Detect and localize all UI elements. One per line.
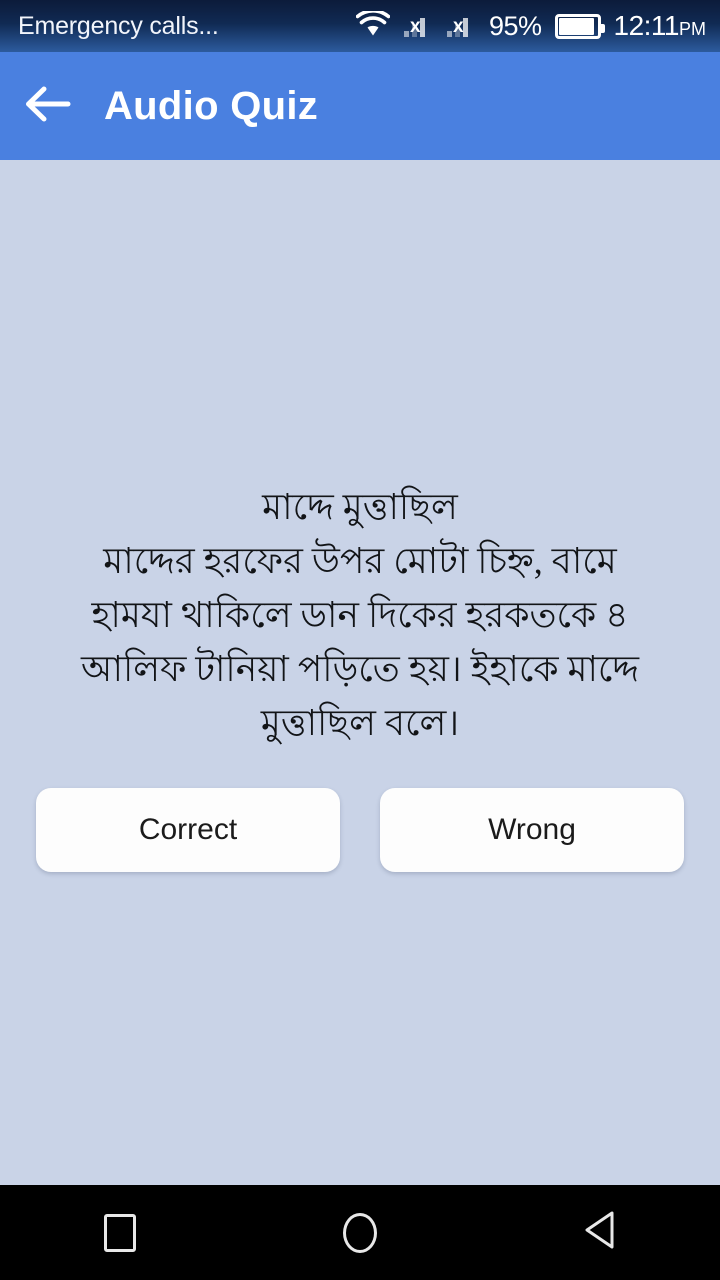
- nav-back-button[interactable]: [520, 1185, 680, 1280]
- battery-percent-label: 95%: [488, 10, 542, 41]
- status-bar: Emergency calls... x x 95% 12:11PM: [0, 0, 720, 52]
- clock-label: 12:11PM: [614, 10, 707, 42]
- page-title: Audio Quiz: [104, 83, 319, 128]
- no-service-x-label-2: x: [452, 16, 464, 37]
- app-bar: Audio Quiz: [0, 52, 720, 160]
- back-navigation-button[interactable]: [0, 52, 96, 160]
- clock-period: PM: [679, 19, 706, 39]
- cellular-no-service-icon-1: x: [403, 11, 433, 41]
- circle-home-icon: [343, 1212, 377, 1253]
- nav-recents-button[interactable]: [40, 1185, 200, 1280]
- arrow-left-icon: [22, 83, 74, 130]
- battery-fill: [558, 17, 594, 35]
- wifi-icon: [355, 8, 391, 42]
- answer-buttons-row: Correct Wrong: [36, 788, 684, 872]
- cellular-no-service-icon-2: x: [446, 11, 476, 41]
- question-text: মাদ্দে মুত্তাছিল মাদ্দের হরফের উপর মোটা …: [80, 487, 640, 743]
- clock-time: 12:11: [613, 10, 680, 41]
- triangle-back-icon: [581, 1209, 619, 1256]
- nav-home-button[interactable]: [280, 1185, 440, 1280]
- no-service-x-label-1: x: [409, 16, 421, 37]
- status-icons-group: x x 95% 12:11PM: [355, 8, 707, 42]
- phone-screen: Emergency calls... x x 95% 12:11PM Audio…: [0, 0, 720, 1280]
- quiz-content-area: মাদ্দে মুত্তাছিল মাদ্দের হরফের উপর মোটা …: [0, 160, 720, 1185]
- quiz-card: মাদ্দে মুত্তাছিল মাদ্দের হরফের উপর মোটা …: [0, 480, 720, 872]
- square-recents-icon: [104, 1213, 136, 1252]
- correct-button[interactable]: Correct: [36, 788, 340, 872]
- system-navigation-bar: [0, 1185, 720, 1280]
- wrong-button[interactable]: Wrong: [380, 788, 684, 872]
- battery-full-icon: [554, 13, 605, 39]
- carrier-label: Emergency calls...: [18, 11, 219, 40]
